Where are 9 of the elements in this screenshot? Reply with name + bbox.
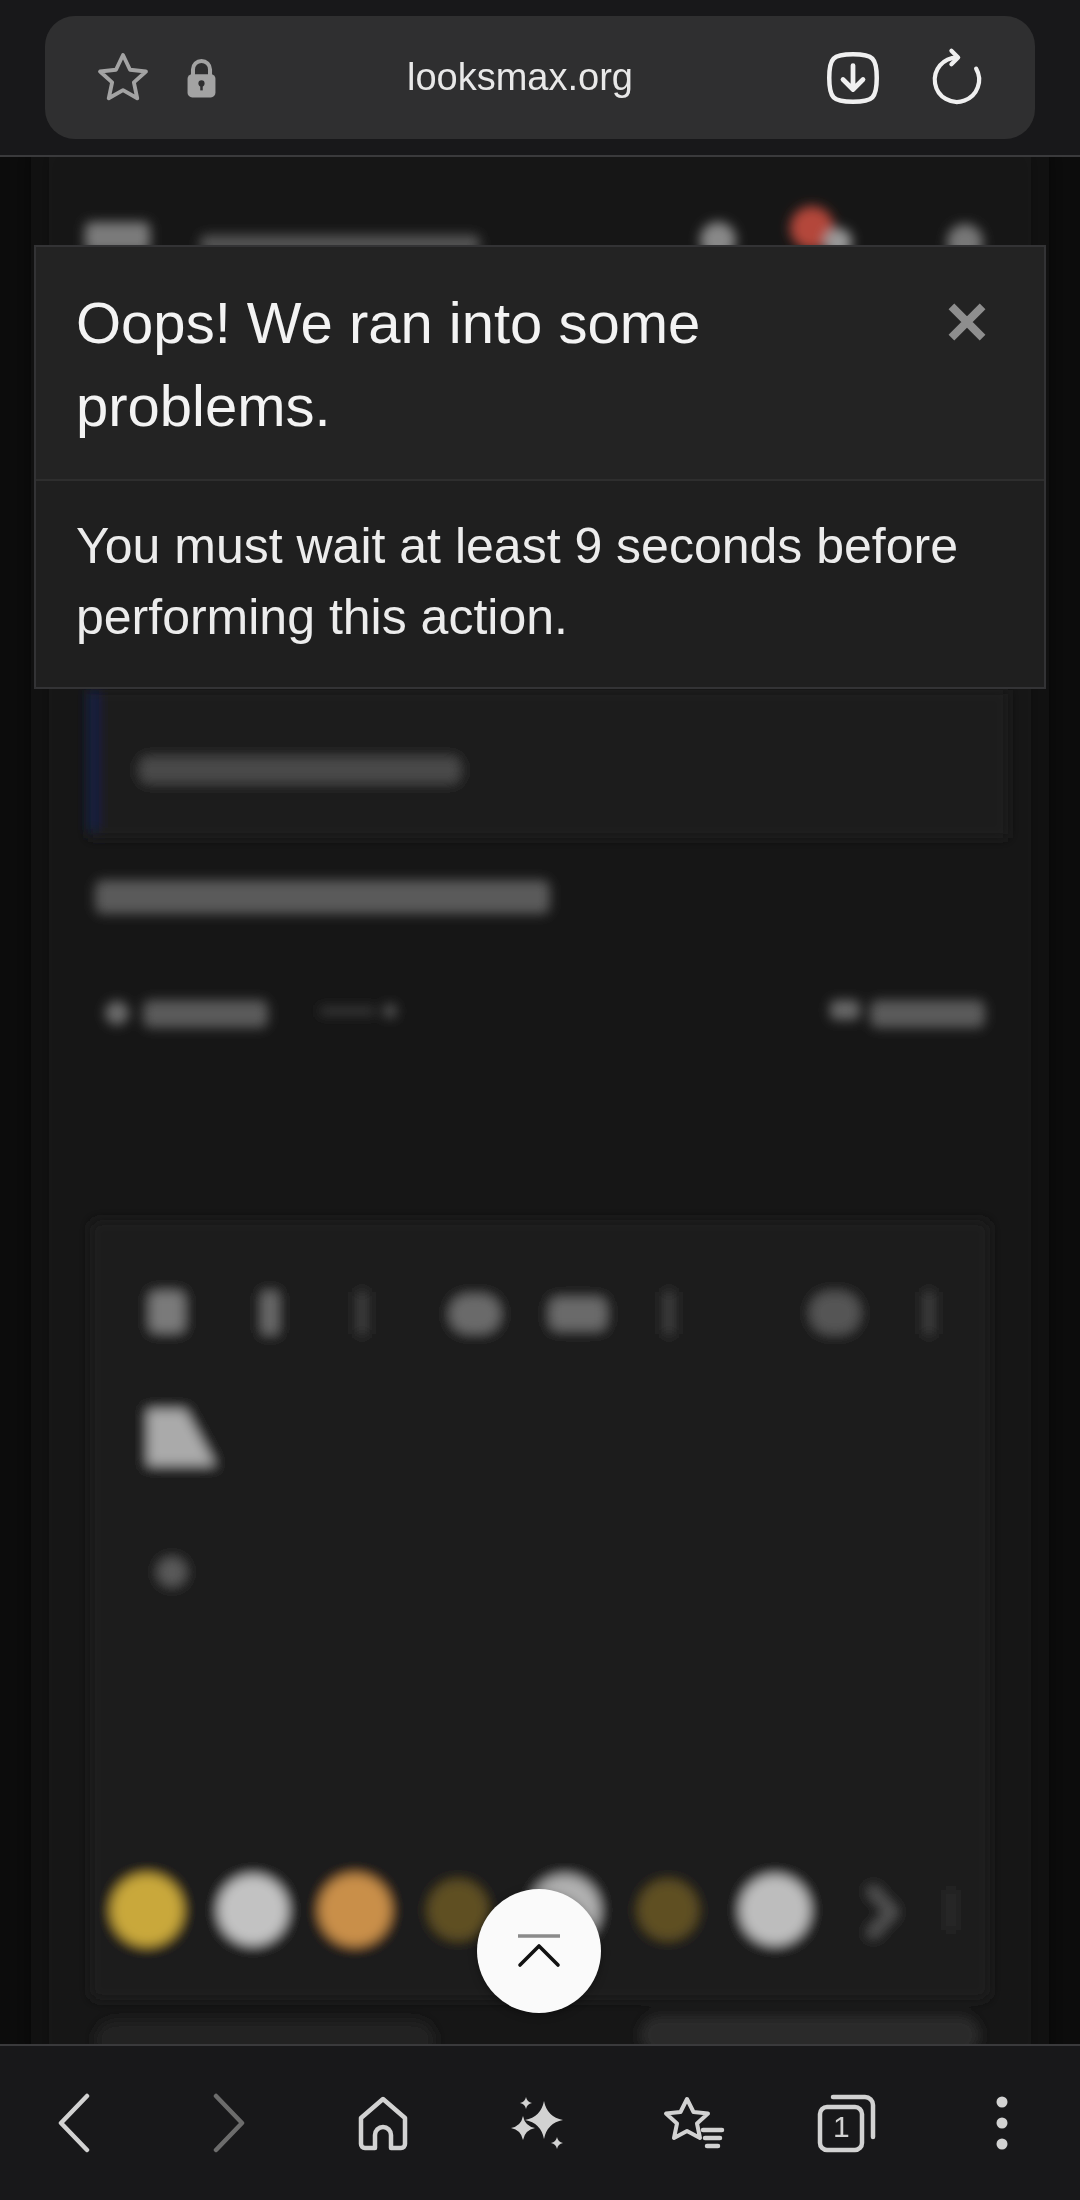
lock-icon[interactable] bbox=[186, 56, 217, 99]
scroll-to-top-icon bbox=[516, 1934, 562, 1968]
dialog-title: Oops! We ran into some problems. bbox=[76, 289, 702, 440]
stacked-squares-icon bbox=[817, 2093, 878, 2153]
dialog-message: You must wait at least 9 seconds before performing this action. bbox=[75, 517, 959, 647]
tabs-button[interactable]: 1 bbox=[812, 2088, 883, 2158]
chevron-left-icon bbox=[57, 2093, 91, 2153]
chevron-right-icon bbox=[211, 2093, 246, 2153]
url-text[interactable]: looksmax.org bbox=[217, 56, 823, 99]
